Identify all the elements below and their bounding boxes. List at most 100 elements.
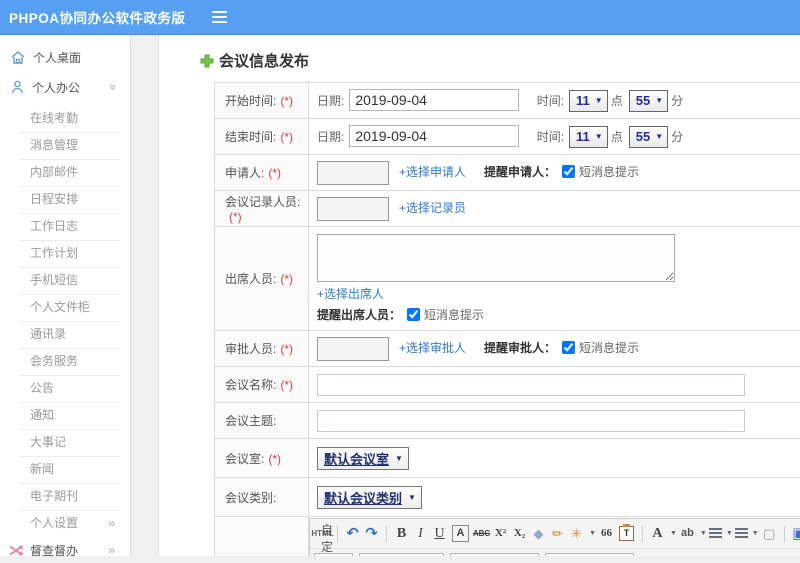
sidebar: 个人桌面 个人办公 » 在线考勤消息管理内部邮件日程安排工作日志工作计划手机短信… — [0, 35, 131, 556]
app-title: PHPOA协同办公软件政务版 — [0, 7, 186, 27]
sidebar-item-message-management[interactable]: 消息管理 — [0, 132, 130, 159]
start-hour-select[interactable]: 11▼ — [569, 90, 608, 112]
start-minute-select[interactable]: 55▼ — [629, 90, 668, 112]
font-style-icon[interactable]: A — [452, 525, 469, 542]
required-mark: (*) — [268, 452, 281, 466]
meeting-subject-input[interactable] — [317, 410, 745, 432]
attendees-sms-checkbox[interactable] — [407, 308, 420, 321]
end-date-input[interactable] — [349, 125, 519, 147]
format-painter-icon[interactable]: ✏ — [549, 524, 566, 544]
applicant-input[interactable] — [317, 161, 389, 185]
undo-icon[interactable]: ↶ — [344, 524, 361, 544]
attendees-textarea[interactable] — [317, 234, 675, 282]
sms-label: 短消息提示 — [579, 165, 639, 179]
paste-icon[interactable]: T — [619, 526, 634, 541]
new-page-icon[interactable]: ▢ — [761, 524, 778, 544]
bold-icon[interactable]: B — [393, 524, 410, 544]
field-label: 开始时间: — [225, 94, 276, 108]
home-icon — [11, 51, 25, 64]
row-applicant: 申请人:(*) +选择申请人提醒申请人：短消息提示 — [215, 155, 800, 191]
toolbar-divider — [642, 526, 643, 542]
sidebar-item-label: 个人桌面 — [33, 49, 81, 66]
sidebar-item-personal-settings[interactable]: 个人设置» — [0, 510, 130, 537]
remind-label: 提醒申请人： — [484, 165, 556, 179]
topbar: PHPOA协同办公软件政务版 — [0, 0, 800, 35]
font-color-icon[interactable]: A — [649, 524, 666, 544]
approver-sms-checkbox[interactable] — [562, 341, 575, 354]
sidebar-item-e-journal[interactable]: 电子期刊 — [0, 483, 130, 510]
strikethrough-icon[interactable]: ABC — [473, 524, 490, 544]
required-mark: (*) — [280, 378, 293, 392]
field-label: 会议室: — [225, 452, 264, 466]
sidebar-item-contacts[interactable]: 通讯录 — [0, 321, 130, 348]
caret-down-icon: ▼ — [395, 454, 403, 463]
row-editor: HTML↶↷BIUAABCX²X₂◆✏✳▼66TA▼ab▼▼▼▢▣ 自定义标题▼… — [215, 517, 800, 557]
sidebar-item-work-log[interactable]: 工作日志 — [0, 213, 130, 240]
sidebar-item-mobile-sms[interactable]: 手机短信 — [0, 267, 130, 294]
sidebar-item-schedule[interactable]: 日程安排 — [0, 186, 130, 213]
sidebar-item-online-attendance[interactable]: 在线考勤 — [0, 105, 130, 132]
underline-icon[interactable]: U — [431, 524, 448, 544]
row-start-time: 开始时间:(*) 日期: 时间:11▼点55▼分 — [215, 83, 800, 119]
recorder-input[interactable] — [317, 197, 389, 221]
select-approver-link[interactable]: +选择审批人 — [399, 341, 466, 355]
subscript-icon[interactable]: X₂ — [511, 524, 528, 544]
row-end-time: 结束时间:(*) 日期: 时间:11▼点55▼分 — [215, 119, 800, 155]
sidebar-item-internal-mail[interactable]: 内部邮件 — [0, 159, 130, 186]
select-attendees-link[interactable]: +选择出席人 — [317, 287, 384, 301]
ordered-list-icon[interactable] — [709, 528, 722, 539]
start-date-input[interactable] — [349, 89, 519, 111]
field-label: 出席人员: — [225, 272, 276, 286]
meeting-room-select[interactable]: 默认会议室▼ — [317, 447, 409, 470]
user-icon — [11, 80, 24, 94]
meeting-name-input[interactable] — [317, 374, 745, 396]
highlight-icon[interactable]: ab — [679, 524, 696, 544]
required-mark: (*) — [280, 130, 293, 144]
sidebar-item-meeting-service[interactable]: 会务服务 — [0, 348, 130, 375]
required-mark: (*) — [229, 210, 242, 224]
sidebar-item-news[interactable]: 新闻 — [0, 456, 130, 483]
italic-icon[interactable]: I — [412, 524, 429, 544]
editor-toolbar-row2: 自定义标题▼段落格式▼字体▼字号▼∞∞ — [310, 549, 800, 556]
approver-input[interactable] — [317, 337, 389, 361]
caret-down-icon: ▼ — [752, 530, 759, 537]
menu-icon[interactable] — [212, 8, 227, 26]
sidebar-item-personal-file-cabinet[interactable]: 个人文件柜 — [0, 294, 130, 321]
field-label: 会议名称: — [225, 378, 276, 392]
magic-wand-icon[interactable]: ✳ — [568, 524, 585, 544]
chevron-right-icon: » — [108, 543, 115, 557]
sidebar-item-personal-office[interactable]: 个人办公 » — [0, 72, 130, 102]
fullscreen-icon[interactable]: ▣ — [791, 524, 800, 544]
remind-label: 提醒出席人员： — [317, 308, 401, 322]
eraser-icon[interactable]: ◆ — [530, 524, 547, 544]
chevron-right-icon: » — [108, 510, 115, 537]
sidebar-item-notice[interactable]: 通知 — [0, 402, 130, 429]
row-meeting-name: 会议名称: (*) — [215, 367, 800, 403]
sidebar-item-work-plan[interactable]: 工作计划 — [0, 240, 130, 267]
blockquote-icon[interactable]: 66 — [598, 524, 615, 544]
redo-icon[interactable]: ↷ — [363, 524, 380, 544]
date-label: 日期: — [317, 130, 344, 144]
required-mark: (*) — [280, 342, 293, 356]
unordered-list-icon[interactable] — [735, 528, 748, 539]
superscript-icon[interactable]: X² — [492, 524, 509, 544]
content-card: 会议信息发布 开始时间:(*) 日期: 时间:11▼点55▼分 结束时间:(*)… — [158, 35, 800, 556]
sidebar-item-supervision[interactable]: 督查督办 » — [0, 537, 130, 563]
required-mark: (*) — [280, 272, 293, 286]
row-recorder: 会议记录人员:(*) +选择记录员 — [215, 191, 800, 227]
row-approver: 审批人员:(*) +选择审批人提醒审批人：短消息提示 — [215, 331, 800, 367]
caret-down-icon: ▼ — [726, 530, 733, 537]
sidebar-item-personal-desktop[interactable]: 个人桌面 — [0, 42, 130, 72]
select-applicant-link[interactable]: +选择申请人 — [399, 165, 466, 179]
time-label: 时间: — [537, 94, 564, 108]
select-recorder-link[interactable]: +选择记录员 — [399, 201, 466, 215]
sidebar-item-label: 个人办公 — [32, 79, 80, 96]
sidebar-item-memorabilia[interactable]: 大事记 — [0, 429, 130, 456]
end-minute-select[interactable]: 55▼ — [629, 126, 668, 148]
sidebar-item-announcement[interactable]: 公告 — [0, 375, 130, 402]
meeting-category-select[interactable]: 默认会议类别▼ — [317, 486, 422, 509]
applicant-sms-checkbox[interactable] — [562, 165, 575, 178]
meeting-form: 开始时间:(*) 日期: 时间:11▼点55▼分 结束时间:(*) 日期: 时间… — [214, 82, 800, 556]
end-hour-select[interactable]: 11▼ — [569, 126, 608, 148]
page-title: 会议信息发布 — [200, 50, 800, 71]
